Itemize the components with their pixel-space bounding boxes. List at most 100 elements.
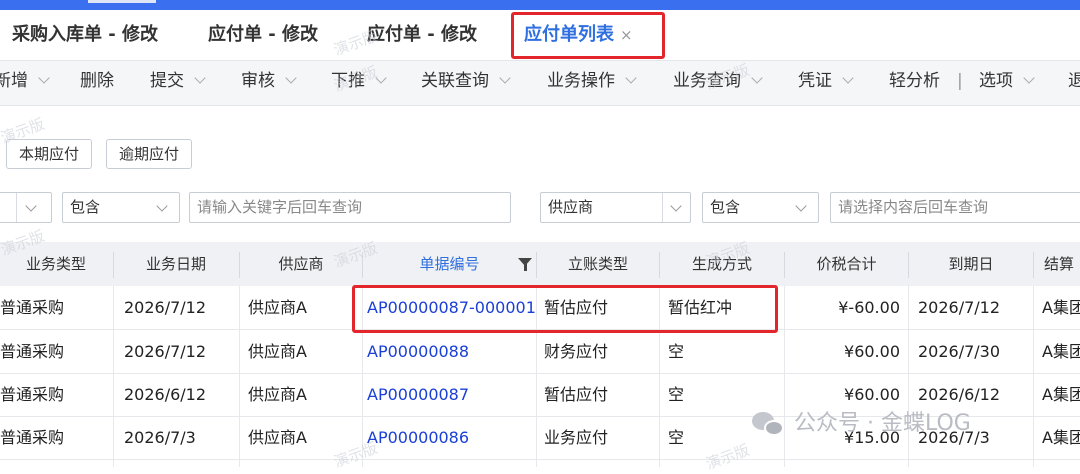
condition-select-2[interactable]: 包含 (702, 192, 819, 223)
toolbar-label: 删除 (80, 71, 114, 91)
toolbar-new[interactable]: 新增 (0, 61, 50, 101)
chevron-down-icon[interactable] (285, 72, 297, 84)
field-select-1[interactable] (0, 192, 52, 223)
grid-header: 业务类型 业务日期 供应商 单据编号 立账类型 生成方式 价税合计 到期日 结算 (0, 242, 1080, 286)
cell-bill-no-link[interactable]: AP00000086 (367, 416, 535, 459)
toolbar-related-query[interactable]: 关联查询 (421, 61, 511, 101)
chevron-down-icon[interactable] (795, 200, 807, 212)
field-select-2[interactable]: 供应商 (540, 192, 691, 223)
toolbar-voucher[interactable]: 凭证 (798, 61, 854, 101)
chevron-down-icon[interactable] (842, 72, 854, 84)
toolbar-label: 轻分析 (889, 71, 940, 91)
condition-value: 包含 (70, 198, 101, 216)
cell-business-type: 普通采购 (0, 428, 65, 447)
column-header-bill-no[interactable]: 单据编号 (363, 242, 536, 286)
chevron-down-icon[interactable] (25, 200, 37, 212)
column-header-business-date[interactable]: 业务日期 (114, 242, 238, 286)
column-header-supplier[interactable]: 供应商 (240, 242, 362, 286)
toolbar-delete[interactable]: 删除 (80, 61, 114, 101)
chevron-down-icon[interactable] (670, 200, 682, 212)
cell-supplier: 供应商A (248, 428, 307, 447)
cell-generation-method: 空 (668, 342, 685, 361)
cell-due-date: 2026/7/12 (918, 298, 1001, 317)
top-bar-chip (88, 0, 156, 3)
cell-bill-no-link[interactable]: AP00000088 (367, 330, 535, 373)
chevron-down-icon[interactable] (194, 72, 206, 84)
cell-account-type: 暂估应付 (544, 385, 609, 404)
cell-total-with-tax: ¥60.00 (844, 342, 900, 361)
toolbar-label: 业务操作 (547, 71, 615, 91)
wechat-text: 公众号 · 金蝶LOG (794, 411, 971, 436)
tab-payable-edit-2[interactable]: 应付单 - 修改 (367, 10, 477, 60)
cell-business-date: 2026/7/3 (124, 428, 196, 447)
column-header-business-type[interactable]: 业务类型 (0, 242, 112, 286)
keyword-search-input[interactable]: 请输入关键字后回车查询 (189, 192, 511, 223)
cell-supplier: 供应商A (248, 342, 307, 361)
filter-icon[interactable] (518, 258, 532, 271)
column-header-total-with-tax[interactable]: 价税合计 (785, 242, 908, 286)
tab-payable-edit-1[interactable]: 应付单 - 修改 (208, 10, 318, 60)
chevron-down-icon[interactable] (38, 72, 50, 84)
cell-account-type: 财务应付 (544, 342, 609, 361)
cell-account-type: 业务应付 (544, 428, 609, 447)
cell-settlement: A集团 (1042, 385, 1080, 404)
toolbar-label: 凭证 (798, 71, 832, 91)
cell-total-with-tax: ¥-60.00 (838, 298, 900, 317)
toolbar-options[interactable]: 选项 (979, 61, 1035, 101)
toolbar-push-down[interactable]: 下推 (331, 61, 387, 101)
toolbar-audit[interactable]: 审核 (241, 61, 297, 101)
toolbar-business-query[interactable]: 业务查询 (673, 61, 763, 101)
field-value: 供应商 (548, 198, 594, 216)
wechat-watermark: 公众号 · 金蝶LOG (752, 406, 971, 442)
toolbar-label: 关联查询 (421, 71, 489, 91)
top-app-bar (0, 0, 1080, 10)
chevron-down-icon[interactable] (751, 72, 763, 84)
toolbar-business-operation[interactable]: 业务操作 (547, 61, 637, 101)
toolbar-label: 下推 (331, 71, 365, 91)
cell-supplier: 供应商A (248, 298, 307, 317)
highlight-box-row (352, 285, 778, 333)
highlight-box-tab (511, 12, 665, 59)
toolbar-separator: | (957, 71, 963, 91)
cell-settlement: A集团 (1042, 428, 1080, 447)
column-header-settlement[interactable]: 结算 (1034, 242, 1080, 286)
cell-supplier: 供应商A (248, 385, 307, 404)
chevron-down-icon[interactable] (625, 72, 637, 84)
toolbar-label: 选项 (979, 71, 1013, 91)
tab-label: 应付单 - 修改 (208, 24, 319, 45)
column-line (239, 286, 240, 467)
column-header-due-date[interactable]: 到期日 (909, 242, 1033, 286)
toolbar-label: 退 (1068, 71, 1080, 91)
chevron-down-icon[interactable] (156, 200, 168, 212)
cell-business-date: 2026/6/12 (124, 385, 207, 404)
toolbar-submit[interactable]: 提交 (150, 61, 206, 101)
toolbar-label: 业务查询 (673, 71, 741, 91)
chevron-down-icon[interactable] (499, 72, 511, 84)
column-line (113, 286, 114, 467)
tab-label: 采购入库单 - 修改 (12, 24, 159, 45)
cell-bill-no-link[interactable]: AP00000087 (367, 373, 535, 416)
cell-settlement: A集团 (1042, 342, 1080, 361)
toolbar-label: 提交 (150, 71, 184, 91)
column-line (1033, 286, 1034, 467)
wechat-icon (752, 410, 786, 438)
tab-purchase-receipt-edit[interactable]: 采购入库单 - 修改 (12, 10, 158, 60)
tab-label: 应付单 - 修改 (367, 24, 478, 45)
toolbar-exit[interactable]: 退 (1068, 61, 1080, 101)
table-row[interactable]: 普通采购 2026/7/12 供应商A AP00000088 财务应付 空 ¥6… (0, 330, 1080, 374)
cell-business-type: 普通采购 (0, 385, 65, 404)
toolbar-label: 新增 (0, 71, 28, 91)
toolbar-label: 审核 (241, 71, 275, 91)
column-header-generation-method[interactable]: 生成方式 (660, 242, 784, 286)
dropdown-separator (662, 193, 663, 222)
condition-select-1[interactable]: 包含 (62, 192, 180, 223)
column-header-account-type[interactable]: 立账类型 (537, 242, 659, 286)
cell-business-date: 2026/7/12 (124, 342, 207, 361)
current-period-payable-button[interactable]: 本期应付 (6, 139, 93, 169)
overdue-payable-button[interactable]: 逾期应付 (106, 139, 193, 169)
toolbar-light-analysis[interactable]: 轻分析 (889, 61, 940, 101)
value-search-input[interactable]: 请选择内容后回车查询 (830, 192, 1080, 223)
chevron-down-icon[interactable] (375, 72, 387, 84)
chevron-down-icon[interactable] (1023, 72, 1035, 84)
cell-business-type: 普通采购 (0, 298, 65, 317)
